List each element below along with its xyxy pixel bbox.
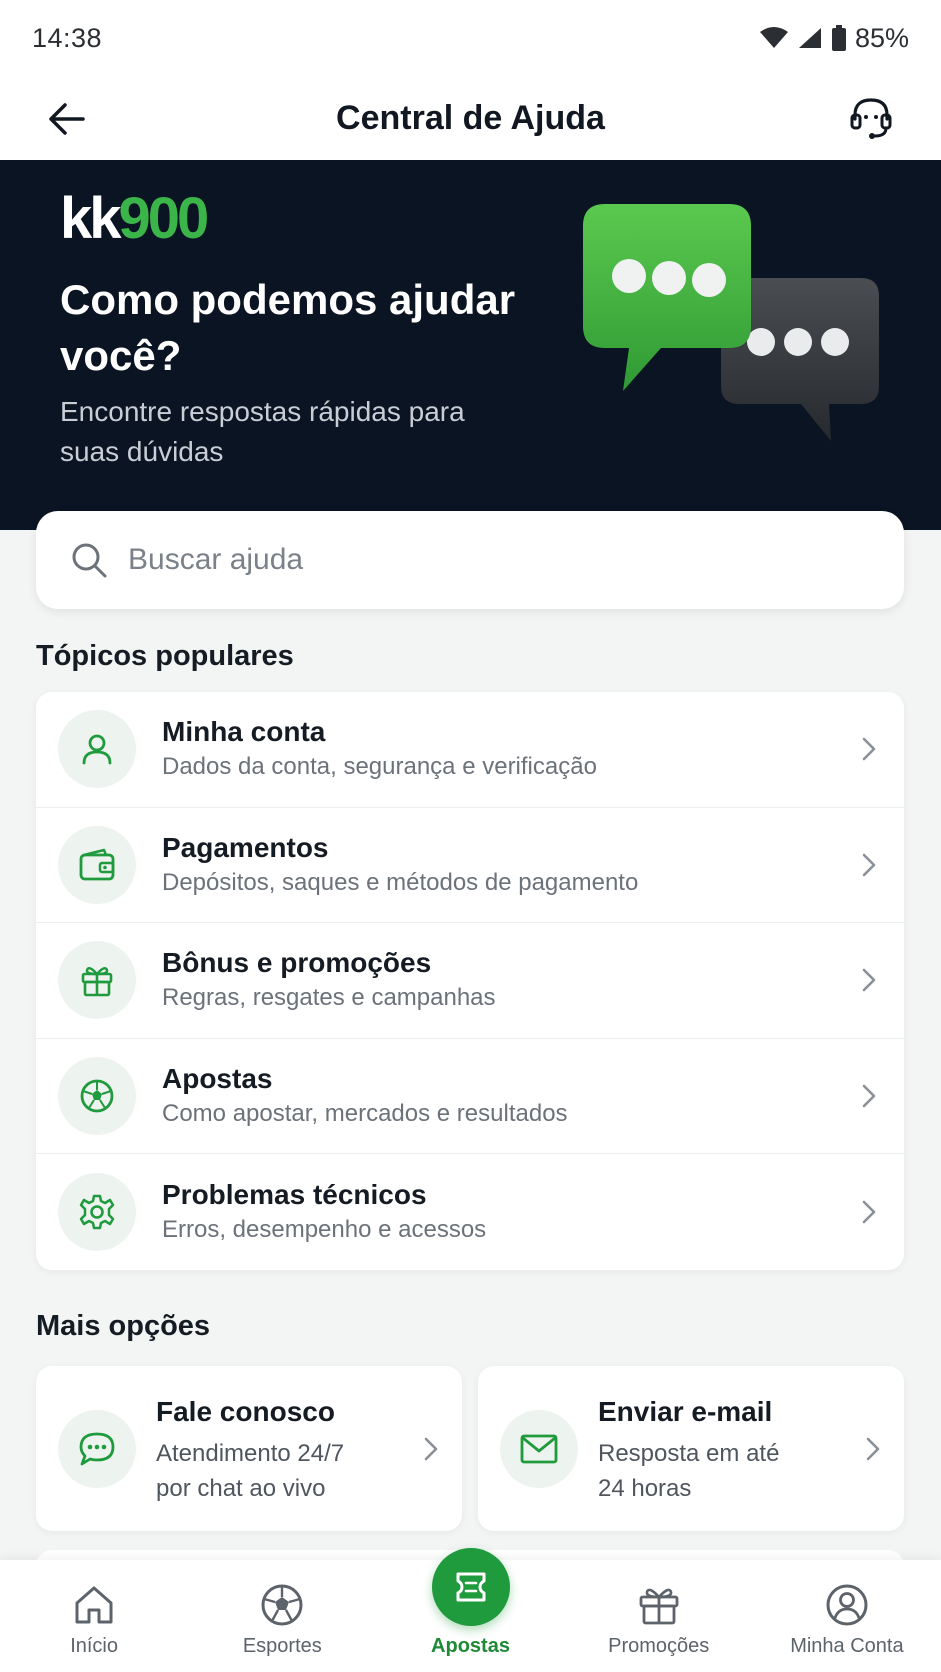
- brand-logo: kk900: [60, 186, 209, 251]
- wallet-icon: [79, 848, 115, 881]
- status-icons: 85%: [759, 23, 909, 54]
- nav-promocoes[interactable]: Promoções: [565, 1560, 753, 1672]
- option-description-line2: 24 horas: [598, 1474, 692, 1502]
- topic-icon-wrap: [58, 825, 136, 904]
- search-input[interactable]: [128, 543, 828, 577]
- option-title: Enviar e-mail: [598, 1395, 773, 1427]
- status-time: 14:38: [32, 22, 103, 53]
- hero-title: Como podemos ajudar você?: [60, 276, 516, 379]
- option-description-line2: por chat ao vivo: [156, 1474, 326, 1502]
- topic-description: Depósitos, saques e métodos de pagamento: [162, 868, 639, 896]
- topic-title: Problemas técnicos: [162, 1179, 427, 1211]
- topic-description: Regras, resgates e campanhas: [162, 984, 496, 1012]
- topic-minha-conta[interactable]: Minha conta Dados da conta, segurança e …: [36, 692, 904, 808]
- headset-icon: [850, 98, 892, 139]
- gift-icon: [81, 967, 113, 997]
- nav-label: Apostas: [431, 1635, 510, 1657]
- status-bar: 14:38 85%: [0, 0, 941, 76]
- chevron-right-icon: [862, 969, 876, 992]
- topic-icon-wrap: [58, 710, 136, 789]
- topic-problemas-tecnicos[interactable]: Problemas técnicos Erros, desempenho e a…: [36, 1154, 904, 1270]
- user-circle-icon: [826, 1584, 868, 1626]
- chevron-right-icon: [862, 1200, 876, 1224]
- nav-esportes[interactable]: Esportes: [188, 1560, 376, 1672]
- gift-icon: [639, 1588, 679, 1625]
- option-enviar-email[interactable]: Enviar e-mail Resposta em até 24 horas: [478, 1366, 904, 1531]
- page-title: Central de Ajuda: [336, 98, 605, 137]
- topic-description: Erros, desempenho e acessos: [162, 1216, 487, 1244]
- option-icon-wrap: [500, 1409, 578, 1488]
- search-bar[interactable]: [36, 511, 904, 609]
- battery-icon: [831, 25, 846, 51]
- option-description-line1: Resposta em até: [598, 1439, 780, 1467]
- topic-bonus-promocoes[interactable]: Bônus e promoções Regras, resgates e cam…: [36, 923, 904, 1039]
- topic-icon-wrap: [58, 1173, 136, 1252]
- topic-icon-wrap: [58, 941, 136, 1020]
- nav-apostas-fab[interactable]: [431, 1548, 510, 1626]
- nav-inicio[interactable]: Início: [0, 1560, 188, 1672]
- chevron-right-icon: [862, 853, 876, 877]
- app-header: Central de Ajuda: [0, 76, 941, 160]
- home-icon: [75, 1586, 113, 1624]
- popular-topics-title: Tópicos populares: [36, 640, 294, 672]
- user-icon: [82, 734, 112, 765]
- signal-icon: [798, 28, 821, 48]
- search-icon: [72, 543, 107, 578]
- nav-minha-conta[interactable]: Minha Conta: [753, 1560, 941, 1672]
- more-options-title: Mais opções: [36, 1310, 211, 1342]
- option-icon-wrap: [58, 1409, 136, 1488]
- wifi-icon: [759, 27, 788, 48]
- topic-title: Apostas: [162, 1063, 273, 1095]
- gear-icon: [79, 1194, 115, 1230]
- nav-label: Promoções: [608, 1635, 710, 1657]
- nav-label: Minha Conta: [790, 1635, 904, 1657]
- mail-icon: [520, 1434, 558, 1463]
- topic-title: Minha conta: [162, 716, 326, 748]
- nav-label: Esportes: [242, 1635, 322, 1657]
- chevron-right-icon: [866, 1437, 880, 1460]
- chat-icon: [79, 1432, 115, 1465]
- topic-description: Dados da conta, segurança e verificação: [162, 753, 597, 781]
- soccer-ball-icon: [261, 1584, 303, 1626]
- chevron-right-icon: [424, 1437, 438, 1460]
- hero-subtitle: Encontre respostas rápidas para suas dúv…: [60, 396, 465, 467]
- chevron-right-icon: [862, 737, 876, 761]
- chat-bubbles-illustration: [583, 204, 879, 441]
- popular-topics-list: Minha conta Dados da conta, segurança e …: [36, 692, 904, 1270]
- option-fale-conosco[interactable]: Fale conosco Atendimento 24/7 por chat a…: [36, 1366, 462, 1531]
- bottom-navigation: Início Esportes Apostas Promoções Minha …: [0, 1548, 941, 1672]
- option-title: Fale conosco: [156, 1395, 335, 1427]
- soccer-ball-icon: [80, 1079, 114, 1113]
- topic-apostas[interactable]: Apostas Como apostar, mercados e resulta…: [36, 1039, 904, 1155]
- nav-apostas[interactable]: Apostas: [376, 1548, 564, 1672]
- topic-description: Como apostar, mercados e resultados: [162, 1100, 568, 1128]
- back-button[interactable]: [38, 90, 96, 148]
- hero-banner: kk900 Como podemos ajudar você? Encontre…: [0, 160, 941, 530]
- ticket-icon: [456, 1572, 485, 1602]
- topic-icon-wrap: [58, 1057, 136, 1136]
- support-button[interactable]: [841, 88, 901, 148]
- battery-percent: 85%: [854, 22, 909, 53]
- topic-pagamentos[interactable]: Pagamentos Depósitos, saques e métodos d…: [36, 808, 904, 924]
- option-description-line1: Atendimento 24/7: [156, 1439, 345, 1467]
- chevron-right-icon: [862, 1084, 876, 1108]
- topic-title: Bônus e promoções: [162, 947, 432, 979]
- nav-label: Início: [70, 1635, 118, 1657]
- arrow-left-icon: [49, 103, 85, 135]
- more-options-list: Fale conosco Atendimento 24/7 por chat a…: [36, 1366, 904, 1531]
- topic-title: Pagamentos: [162, 831, 329, 863]
